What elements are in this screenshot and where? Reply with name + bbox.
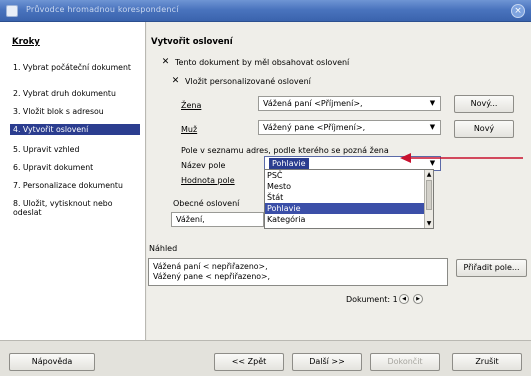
field-value-label: Hodnota pole xyxy=(181,176,235,185)
dropdown-option[interactable]: Mesto xyxy=(265,181,433,192)
preview-line-1: Vážená paní < nepřiřazeno>, xyxy=(153,262,268,271)
scrollbar-thumb[interactable] xyxy=(426,180,432,210)
chevron-down-icon: ▼ xyxy=(429,123,436,131)
preview-line-2: Vážený pane < nepřiřazeno>, xyxy=(153,272,271,281)
next-document-icon[interactable]: ▶ xyxy=(413,294,423,304)
checkbox-checked-icon: ✕ xyxy=(171,76,180,86)
checkbox-checked-icon: ✕ xyxy=(161,57,170,67)
main-panel: Vytvořit oslovení ✕ Tento dokument by mě… xyxy=(147,22,531,340)
field-name-dropdown-list[interactable]: PSČ Mesto Štát Pohlavie Kategória ▲ ▼ xyxy=(264,169,434,229)
back-button[interactable]: << Zpět xyxy=(214,353,284,371)
female-new-button[interactable]: Nový... xyxy=(454,95,514,113)
step-4-active[interactable]: 4. Vytvořit oslovení xyxy=(10,124,140,135)
female-greeting-value: Vážená paní <Příjmení>, xyxy=(263,99,363,108)
contains-greeting-label: Tento dokument by měl obsahovat oslovení xyxy=(175,58,350,67)
male-label: Muž xyxy=(181,125,198,134)
section-title: Vytvořit oslovení xyxy=(151,37,233,47)
close-icon[interactable]: × xyxy=(511,4,525,18)
step-2[interactable]: 2. Vybrat druh dokumentu xyxy=(10,88,140,99)
previous-document-icon[interactable]: ◀ xyxy=(399,294,409,304)
step-7[interactable]: 7. Personalizace dokumentu xyxy=(10,180,140,191)
dropdown-option[interactable]: Štát xyxy=(265,192,433,203)
window-title: Průvodce hromadnou korespondencí xyxy=(26,5,179,14)
personalized-greeting-checkbox[interactable]: ✕ Vložit personalizované oslovení xyxy=(171,76,311,87)
dropdown-option[interactable]: PSČ xyxy=(265,170,433,181)
title-bar: Průvodce hromadnou korespondencí × xyxy=(0,0,531,22)
preview-box: Vážená paní < nepřiřazeno>, Vážený pane … xyxy=(148,258,448,286)
finish-button: Dokončit xyxy=(370,353,440,371)
scroll-down-icon[interactable]: ▼ xyxy=(425,219,433,228)
contains-greeting-checkbox[interactable]: ✕ Tento dokument by měl obsahovat oslove… xyxy=(161,57,350,68)
male-greeting-select[interactable]: Vážený pane <Příjmení>, ▼ xyxy=(258,120,441,135)
male-greeting-value: Vážený pane <Příjmení>, xyxy=(263,123,366,132)
personalized-greeting-label: Vložit personalizované oslovení xyxy=(185,77,311,86)
chevron-down-icon: ▼ xyxy=(429,159,436,167)
general-greeting-value: Vážení, xyxy=(176,215,205,224)
general-greeting-field[interactable]: Vážení, xyxy=(171,212,264,227)
field-name-label: Název pole xyxy=(181,161,226,170)
next-button[interactable]: Další >> xyxy=(292,353,362,371)
dropdown-scrollbar[interactable]: ▲ ▼ xyxy=(424,170,433,228)
general-greeting-label: Obecné oslovení xyxy=(173,199,240,208)
cancel-button[interactable]: Zrušit xyxy=(452,353,522,371)
male-new-button[interactable]: Nový xyxy=(454,120,514,138)
scroll-up-icon[interactable]: ▲ xyxy=(425,170,433,179)
step-5[interactable]: 5. Upravit vzhled xyxy=(10,144,140,155)
step-6[interactable]: 6. Upravit dokument xyxy=(10,162,140,173)
help-button[interactable]: Nápověda xyxy=(9,353,95,371)
female-label: Žena xyxy=(181,101,202,110)
field-hint-text: Pole v seznamu adres, podle kterého se p… xyxy=(181,146,389,155)
step-3[interactable]: 3. Vložit blok s adresou xyxy=(10,106,140,117)
steps-panel: Kroky 1. Vybrat počáteční dokument 2. Vy… xyxy=(0,22,146,340)
step-1[interactable]: 1. Vybrat počáteční dokument xyxy=(10,62,140,73)
steps-header: Kroky xyxy=(12,37,40,47)
dropdown-option-selected[interactable]: Pohlavie xyxy=(265,203,433,214)
app-icon xyxy=(6,5,18,17)
assign-fields-button[interactable]: Přiřadit pole... xyxy=(456,259,527,277)
document-counter: Dokument: 1 xyxy=(346,295,398,304)
chevron-down-icon: ▼ xyxy=(429,99,436,107)
female-greeting-select[interactable]: Vážená paní <Příjmení>, ▼ xyxy=(258,96,441,111)
preview-label: Náhled xyxy=(149,244,178,253)
step-8[interactable]: 8. Uložit, vytisknout nebo odeslat xyxy=(10,198,140,218)
dropdown-option[interactable]: Kategória xyxy=(265,214,433,225)
